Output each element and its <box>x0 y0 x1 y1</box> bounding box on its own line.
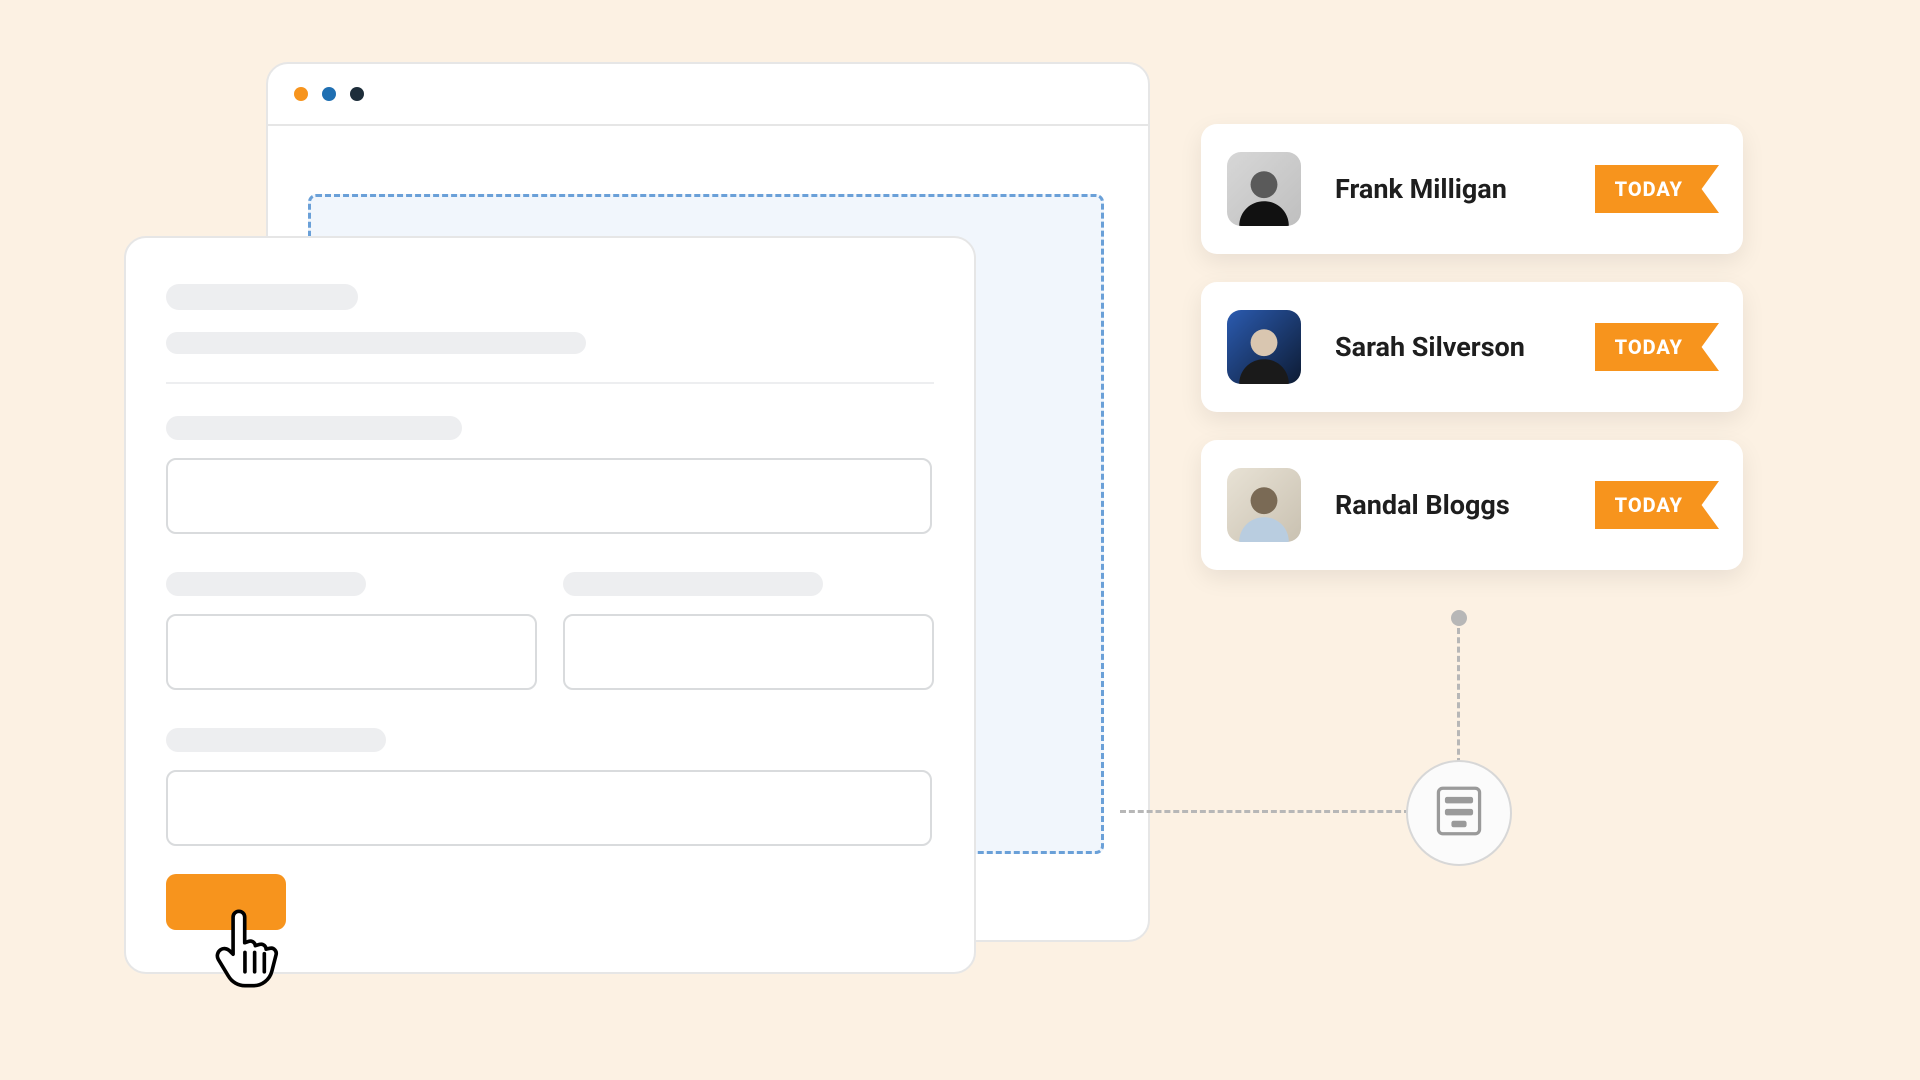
user-card[interactable]: Randal Bloggs TODAY <box>1201 440 1743 570</box>
window-control-minimize[interactable] <box>322 87 336 101</box>
browser-titlebar <box>268 64 1148 126</box>
window-control-maximize[interactable] <box>350 87 364 101</box>
user-card[interactable]: Sarah Silverson TODAY <box>1201 282 1743 412</box>
field-1-label-placeholder <box>166 416 462 440</box>
avatar <box>1227 152 1301 226</box>
avatar <box>1227 310 1301 384</box>
submit-button[interactable] <box>166 874 286 930</box>
status-badge: TODAY <box>1595 323 1719 371</box>
form-description-placeholder <box>166 332 586 354</box>
window-control-close[interactable] <box>294 87 308 101</box>
field-3-label-placeholder <box>563 572 823 596</box>
user-name: Frank Milligan <box>1335 173 1507 205</box>
field-1-input[interactable] <box>166 458 932 534</box>
form-divider <box>166 382 934 384</box>
field-4-input[interactable] <box>166 770 932 846</box>
form-card <box>124 236 976 974</box>
user-card[interactable]: Frank Milligan TODAY <box>1201 124 1743 254</box>
avatar <box>1227 468 1301 542</box>
status-badge: TODAY <box>1595 481 1719 529</box>
connector-line-vertical <box>1457 628 1460 764</box>
field-3-input[interactable] <box>563 614 934 690</box>
status-badge: TODAY <box>1595 165 1719 213</box>
form-node <box>1406 760 1512 866</box>
user-name: Sarah Silverson <box>1335 331 1525 363</box>
field-4-label-placeholder <box>166 728 386 752</box>
user-name: Randal Bloggs <box>1335 489 1510 521</box>
form-icon <box>1433 785 1485 841</box>
field-2-input[interactable] <box>166 614 537 690</box>
field-2-label-placeholder <box>166 572 366 596</box>
connector-dot <box>1451 610 1467 626</box>
connector-line-horizontal <box>1120 810 1410 813</box>
form-title-placeholder <box>166 284 358 310</box>
user-card-list: Frank Milligan TODAY Sarah Silverson TOD… <box>1201 124 1743 570</box>
